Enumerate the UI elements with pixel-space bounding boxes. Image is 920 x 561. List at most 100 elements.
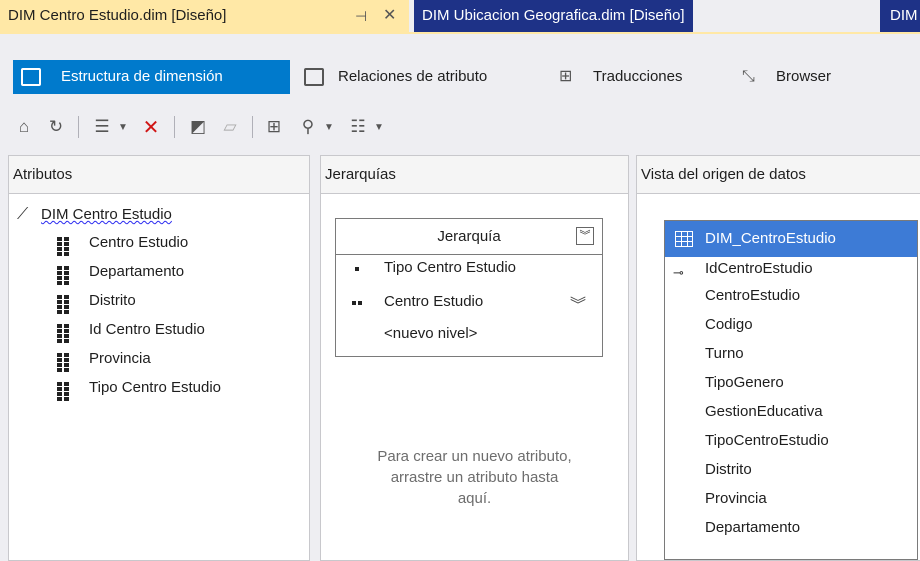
table-column[interactable]: TipoGenero xyxy=(705,370,784,396)
properties-icon[interactable]: ▱ xyxy=(218,116,242,138)
toolbar: ⌂ ↻ ☰ ▼ ✕ ◩ ▱ ⊞ ⚲ ▼ ☷ ▼ xyxy=(0,110,920,146)
show-table-icon[interactable]: ⊞ xyxy=(262,116,286,138)
dsv-body: DIM_CentroEstudio ⊸ IdCentroEstudio Cent… xyxy=(637,194,920,560)
attribute-icon xyxy=(57,295,69,315)
pane-header: Atributos xyxy=(9,156,309,194)
tab-label: Estructura de dimensión xyxy=(61,68,223,85)
attribute-item[interactable]: Tipo Centro Estudio xyxy=(57,379,222,402)
table-icon xyxy=(675,231,693,247)
data-source-view-pane: Vista del origen de datos DIM_CentroEstu… xyxy=(636,155,920,561)
chevron-down-icon[interactable]: ︾ xyxy=(570,291,586,315)
attribute-item[interactable]: Provincia xyxy=(57,350,151,373)
level-label: Tipo Centro Estudio xyxy=(384,259,517,276)
new-level[interactable]: <nuevo nivel> xyxy=(384,325,477,342)
column-label: CentroEstudio xyxy=(705,287,801,304)
attribute-icon xyxy=(57,266,69,286)
delete-icon[interactable]: ✕ xyxy=(138,116,164,139)
attributes-pane: Atributos ⟋ DIM Centro Estudio Centro Es… xyxy=(8,155,310,561)
tab-overflow-dim[interactable]: DIM xyxy=(880,0,920,32)
dimension-root[interactable]: ⟋ DIM Centro Estudio xyxy=(17,206,172,223)
tab-label: Relaciones de atributo xyxy=(338,68,488,85)
tab-dim-centro-estudio[interactable]: DIM Centro Estudio.dim [Diseño] xyxy=(0,0,409,32)
pin-icon[interactable]: ⊣ xyxy=(355,8,367,24)
table-column[interactable]: GestionEducativa xyxy=(705,399,823,425)
dimension-label: DIM Centro Estudio xyxy=(41,206,172,223)
attributes-tree: ⟋ DIM Centro Estudio Centro Estudio Depa… xyxy=(9,194,309,560)
hierarchy-title[interactable]: Jerarquía xyxy=(336,219,602,255)
tab-browser[interactable]: ⤡ Browser xyxy=(738,60,831,94)
tab-traducciones[interactable]: ⊞ Traducciones xyxy=(555,60,683,94)
translations-icon: ⊞ xyxy=(559,68,573,85)
column-label: Distrito xyxy=(705,461,752,478)
tab-title: DIM Centro Estudio.dim [Diseño] xyxy=(8,7,227,24)
level-icon xyxy=(355,267,359,271)
table-column[interactable]: Provincia xyxy=(705,486,767,512)
column-label: Codigo xyxy=(705,316,753,333)
hierarchy-box[interactable]: Jerarquía ︾ Tipo Centro Estudio Centro E… xyxy=(335,218,603,357)
refresh-icon[interactable]: ↻ xyxy=(44,116,68,138)
dimension-icon: ⟋ xyxy=(17,206,29,223)
rename-icon[interactable]: ◩ xyxy=(186,116,210,138)
tab-relaciones-atributo[interactable]: Relaciones de atributo xyxy=(300,60,487,94)
attribute-item[interactable]: Centro Estudio xyxy=(57,234,189,257)
tab-label: Browser xyxy=(776,68,832,85)
tab-dim-ubicacion-geografica[interactable]: DIM Ubicacion Geografica.dim [Diseño] xyxy=(414,0,693,32)
layout-icon[interactable]: ☷ xyxy=(346,116,370,138)
table-column[interactable]: Turno xyxy=(705,341,744,367)
attribute-label: Departamento xyxy=(89,263,185,280)
table-column[interactable]: Departamento xyxy=(705,515,800,541)
collapse-icon[interactable]: ︾ xyxy=(576,227,594,245)
toolbar-separator xyxy=(78,116,79,138)
browser-icon: ⤡ xyxy=(742,68,755,85)
chevron-down-icon[interactable]: ▼ xyxy=(117,116,129,138)
process-icon[interactable]: ⌂ xyxy=(12,116,36,138)
attribute-relations-icon xyxy=(304,68,324,86)
view-list-icon[interactable]: ☰ xyxy=(90,116,114,138)
table-name: DIM_CentroEstudio xyxy=(705,230,836,247)
level-label: Centro Estudio xyxy=(384,293,484,310)
column-label: Provincia xyxy=(705,490,767,507)
table-header[interactable]: DIM_CentroEstudio xyxy=(665,221,917,257)
table-column[interactable]: IdCentroEstudio xyxy=(705,256,813,282)
designer-tab-bar: Estructura de dimensión Relaciones de at… xyxy=(0,60,920,96)
attribute-label: Provincia xyxy=(89,350,151,367)
column-label: IdCentroEstudio xyxy=(705,260,813,277)
hierarchies-body: Jerarquía ︾ Tipo Centro Estudio Centro E… xyxy=(321,194,628,560)
attribute-label: Distrito xyxy=(89,292,136,309)
chevron-down-icon[interactable]: ▼ xyxy=(323,116,335,138)
table-column[interactable]: Codigo xyxy=(705,312,753,338)
column-label: Departamento xyxy=(705,519,801,536)
table-column[interactable]: Distrito xyxy=(705,457,752,483)
dsv-table[interactable]: DIM_CentroEstudio ⊸ IdCentroEstudio Cent… xyxy=(664,220,918,560)
attribute-item[interactable]: Id Centro Estudio xyxy=(57,321,205,344)
table-column[interactable]: TipoCentroEstudio xyxy=(705,428,829,454)
dimension-structure-icon xyxy=(21,68,41,86)
toolbar-separator xyxy=(174,116,175,138)
hierarchy-level[interactable]: Tipo Centro Estudio xyxy=(352,259,516,276)
hierarchy-level[interactable]: Centro Estudio xyxy=(352,293,483,310)
attribute-label: Centro Estudio xyxy=(89,234,189,251)
toolbar-separator xyxy=(252,116,253,138)
attribute-icon xyxy=(57,382,69,402)
key-attribute-icon xyxy=(57,324,69,344)
attribute-label: Tipo Centro Estudio xyxy=(89,379,222,396)
pane-header: Vista del origen de datos xyxy=(637,156,920,194)
attribute-item[interactable]: Distrito xyxy=(57,292,136,315)
close-icon[interactable]: ✕ xyxy=(383,8,396,24)
key-icon: ⊸ xyxy=(673,265,684,280)
chevron-down-icon[interactable]: ▼ xyxy=(373,116,385,138)
attribute-icon xyxy=(57,353,69,373)
table-column[interactable]: CentroEstudio xyxy=(705,283,800,309)
drop-hint: Para crear un nuevo atributo, arrastre u… xyxy=(321,446,628,509)
zoom-icon[interactable]: ⚲ xyxy=(296,116,320,138)
tab-estructura-dimension[interactable]: Estructura de dimensión xyxy=(13,60,290,94)
tab-title: DIM Ubicacion Geografica.dim [Diseño] xyxy=(422,7,685,24)
document-tab-bar: DIM Centro Estudio.dim [Diseño] ⊣ ✕ DIM … xyxy=(0,0,920,34)
pane-header: Jerarquías xyxy=(321,156,628,194)
tab-title: DIM xyxy=(890,7,918,24)
hint-text: Para crear un nuevo atributo, arrastre u… xyxy=(377,448,572,507)
level-icon xyxy=(352,301,362,305)
attribute-item[interactable]: Departamento xyxy=(57,263,185,286)
attribute-label: Id Centro Estudio xyxy=(89,321,205,338)
column-label: Turno xyxy=(705,345,744,362)
